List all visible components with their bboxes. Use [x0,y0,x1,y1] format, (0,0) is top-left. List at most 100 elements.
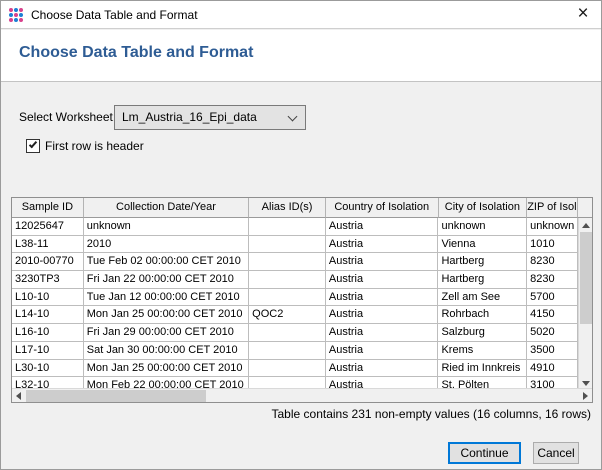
worksheet-select[interactable]: Lm_Austria_16_Epi_data [114,105,306,130]
table-row[interactable]: 12025647unknownAustriaunknownunknown [12,218,578,236]
close-icon: × [577,3,588,24]
table-cell: L38-11 [12,236,84,254]
table-cell: unknown [438,218,527,236]
table-cell: 8230 [527,253,578,271]
chevron-down-icon [288,112,298,122]
table-cell: Hartberg [438,253,527,271]
table-cell: Ried im Innkreis [438,360,527,378]
window-title: Choose Data Table and Format [31,1,198,29]
table-cell: unknown [527,218,578,236]
data-table: Sample IDCollection Date/YearAlias ID(s)… [11,197,593,403]
table-cell: L16-10 [12,324,84,342]
table-cell: 5020 [527,324,578,342]
scroll-right-icon [583,392,588,400]
column-header[interactable]: Collection Date/Year [84,198,249,218]
table-cell [249,253,326,271]
dialog-window: Choose Data Table and Format × Choose Da… [0,0,602,470]
table-cell: unknown [84,218,249,236]
continue-button[interactable]: Continue [448,442,521,464]
table-cell: L30-10 [12,360,84,378]
table-cell: Fri Jan 22 00:00:00 CET 2010 [84,271,249,289]
app-icon-dot [9,13,13,17]
table-cell: Tue Jan 12 00:00:00 CET 2010 [84,289,249,307]
table-cell: 3230TP3 [12,271,84,289]
table-cell: Hartberg [438,271,527,289]
scroll-left-button[interactable] [12,389,26,403]
table-row[interactable]: L17-10Sat Jan 30 00:00:00 CET 2010 Austri… [12,342,578,360]
table-cell: Zell am See [438,289,527,307]
table-row[interactable]: L10-10Tue Jan 12 00:00:00 CET 2010 Austri… [12,289,578,307]
column-header[interactable]: Alias ID(s) [249,198,326,218]
close-button[interactable]: × [567,1,599,29]
table-cell: QOC2 [249,306,326,324]
worksheet-selected-value: Lm_Austria_16_Epi_data [122,106,257,129]
table-cell: 3500 [527,342,578,360]
table-cell: Austria [326,306,439,324]
table-cell: Mon Jan 25 00:00:00 CET 2010 [84,306,249,324]
table-row[interactable]: L30-10Mon Jan 25 00:00:00 CET 2010 Austri… [12,360,578,378]
scroll-right-button[interactable] [578,389,592,403]
cancel-button[interactable]: Cancel [533,442,579,464]
table-cell [249,360,326,378]
title-bar: Choose Data Table and Format × [1,1,601,29]
app-icon-dot [9,18,13,22]
scroll-up-icon [582,223,590,228]
page-title: Choose Data Table and Format [19,44,253,62]
table-cell: 4910 [527,360,578,378]
table-cell: 4150 [527,306,578,324]
table-cell: Austria [326,324,439,342]
column-header[interactable]: City of Isolation [439,198,528,218]
column-header[interactable]: ZIP of Isolation [527,198,578,218]
table-cell: Fri Jan 29 00:00:00 CET 2010 [84,324,249,342]
table-cell: Sat Jan 30 00:00:00 CET 2010 [84,342,249,360]
app-icon-dot [19,18,23,22]
table-cell: Austria [326,236,439,254]
app-icon-dot [19,13,23,17]
scroll-left-icon [16,392,21,400]
worksheet-label: Select Worksheet: [19,105,116,130]
table-cell: Austria [326,253,439,271]
horizontal-scroll-thumb[interactable] [26,390,206,402]
table-cell: 2010 [84,236,249,254]
table-cell: Austria [326,271,439,289]
table-cell: Austria [326,360,439,378]
checkbox-box [26,139,40,153]
table-cell [249,218,326,236]
table-cell: Vienna [438,236,527,254]
table-cell: L17-10 [12,342,84,360]
table-cell: 2010-00770 [12,253,84,271]
table-cell: Rohrbach [438,306,527,324]
table-cell: Salzburg [438,324,527,342]
table-row[interactable]: 2010-00770Tue Feb 02 00:00:00 CET 2010 Au… [12,253,578,271]
app-icon-dot [14,8,18,12]
table-row[interactable]: L14-10Mon Jan 25 00:00:00 CET 2010QOC2Au… [12,306,578,324]
vertical-scroll-thumb[interactable] [580,232,592,324]
table-row[interactable]: 3230TP3Fri Jan 22 00:00:00 CET 2010 Austr… [12,271,578,289]
table-cell [249,271,326,289]
table-cell: L10-10 [12,289,84,307]
app-icon-dot [14,13,18,17]
table-cell: Mon Jan 25 00:00:00 CET 2010 [84,360,249,378]
table-row[interactable]: L38-112010 AustriaVienna1010 [12,236,578,254]
column-header[interactable]: Sample ID [12,198,84,218]
header-corner [578,198,592,218]
table-row[interactable]: L16-10Fri Jan 29 00:00:00 CET 2010 Austri… [12,324,578,342]
table-cell [249,324,326,342]
app-icon-dot [14,18,18,22]
table-cell: 8230 [527,271,578,289]
heading-panel: Choose Data Table and Format [1,30,601,82]
table-cell: 1010 [527,236,578,254]
horizontal-scrollbar[interactable] [12,388,592,402]
table-cell: L14-10 [12,306,84,324]
table-cell: Austria [326,218,439,236]
table-cell: Austria [326,289,439,307]
scroll-up-button[interactable] [579,218,593,232]
table-header-row: Sample IDCollection Date/YearAlias ID(s)… [12,198,592,218]
table-cell [249,342,326,360]
vertical-scrollbar[interactable] [578,218,592,390]
column-header[interactable]: Country of Isolation [326,198,439,218]
app-icon [9,8,23,22]
table-cell: Austria [326,342,439,360]
table-cell [249,289,326,307]
table-cell: Tue Feb 02 00:00:00 CET 2010 [84,253,249,271]
